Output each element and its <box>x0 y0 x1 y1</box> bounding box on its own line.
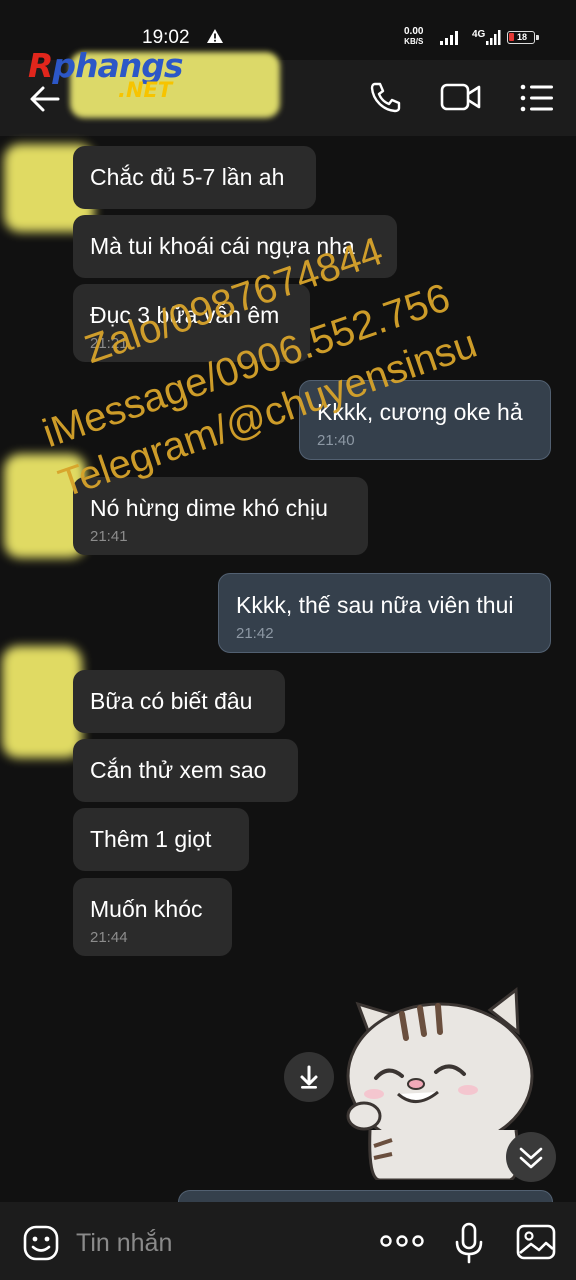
message-time: 21:21 <box>90 335 128 352</box>
chat-header: Rphangs .NET <box>0 46 576 136</box>
message-text: Đục 3 bữa vẫn êm <box>90 302 280 328</box>
battery-level: 18 <box>517 32 528 42</box>
message-input[interactable] <box>74 1224 358 1262</box>
warning-icon <box>207 29 223 43</box>
message-text: Muốn khóc <box>90 896 203 922</box>
more-options-icon[interactable] <box>380 1234 424 1248</box>
message-text: Nó hừng dime khó chịu <box>90 495 328 521</box>
message-bubble-incoming[interactable]: Mà tui khoái cái ngựa nha <box>73 215 397 278</box>
menu-list-icon[interactable] <box>520 84 554 112</box>
message-input-bar <box>0 1202 576 1280</box>
message-bubble-outgoing[interactable]: Kkkk, thế sau nữa viên thui 21:42 <box>218 573 551 653</box>
network-speed: 0.00 KB/S <box>404 27 423 47</box>
message-bubble-incoming[interactable]: Đục 3 bữa vẫn êm 21:21 <box>73 284 310 362</box>
message-bubble-incoming[interactable]: Nó hừng dime khó chịu 21:41 <box>73 477 368 555</box>
double-chevron-down-icon <box>519 1147 543 1169</box>
avatar-redaction <box>2 646 82 758</box>
message-time: 21:41 <box>90 528 128 545</box>
message-time: 21:40 <box>317 432 355 449</box>
message-bubble-outgoing[interactable]: Kkkk, cương oke hả 21:40 <box>299 380 551 460</box>
download-button[interactable] <box>284 1052 334 1102</box>
network-speed-value: 0.00 <box>404 26 424 37</box>
video-call-icon[interactable] <box>440 82 482 112</box>
signal-icon-sim2 <box>486 30 501 45</box>
network-speed-unit: KB/S <box>404 37 424 46</box>
message-text: Kkkk, thế sau nữa viên thui <box>236 592 514 618</box>
signal-icon <box>440 31 458 45</box>
message-time: 21:42 <box>236 625 274 642</box>
logo-net: .NET <box>118 78 173 102</box>
scroll-to-bottom-button[interactable] <box>506 1132 556 1182</box>
watermark-logo: Rphangs .NET <box>28 46 208 102</box>
message-bubble-incoming[interactable]: Bữa có biết đâu <box>73 670 285 733</box>
message-text: Kkkk, cương oke hả <box>317 399 523 425</box>
battery-icon: 18 <box>507 31 539 44</box>
network-type: 4G <box>472 29 486 40</box>
download-icon <box>300 1065 318 1089</box>
message-text: Mà tui khoái cái ngựa nha <box>90 233 355 259</box>
message-text: Bữa có biết đâu <box>90 688 253 714</box>
message-bubble-incoming[interactable]: Muốn khóc 21:44 <box>73 878 232 956</box>
image-gallery-icon[interactable] <box>516 1224 556 1260</box>
microphone-icon[interactable] <box>454 1222 484 1264</box>
message-bubble-incoming[interactable]: Chắc đủ 5-7 lần ah <box>73 146 316 209</box>
message-bubble-incoming[interactable]: Cắn thử xem sao <box>73 739 298 802</box>
message-text: Chắc đủ 5-7 lần ah <box>90 164 285 190</box>
message-time: 21:44 <box>90 929 128 946</box>
phone-icon[interactable] <box>368 80 402 114</box>
emoji-sticker-icon[interactable] <box>22 1224 60 1262</box>
message-text: Cắn thử xem sao <box>90 757 267 783</box>
message-text: Thêm 1 giọt <box>90 826 212 852</box>
message-bubble-incoming[interactable]: Thêm 1 giọt <box>73 808 249 871</box>
